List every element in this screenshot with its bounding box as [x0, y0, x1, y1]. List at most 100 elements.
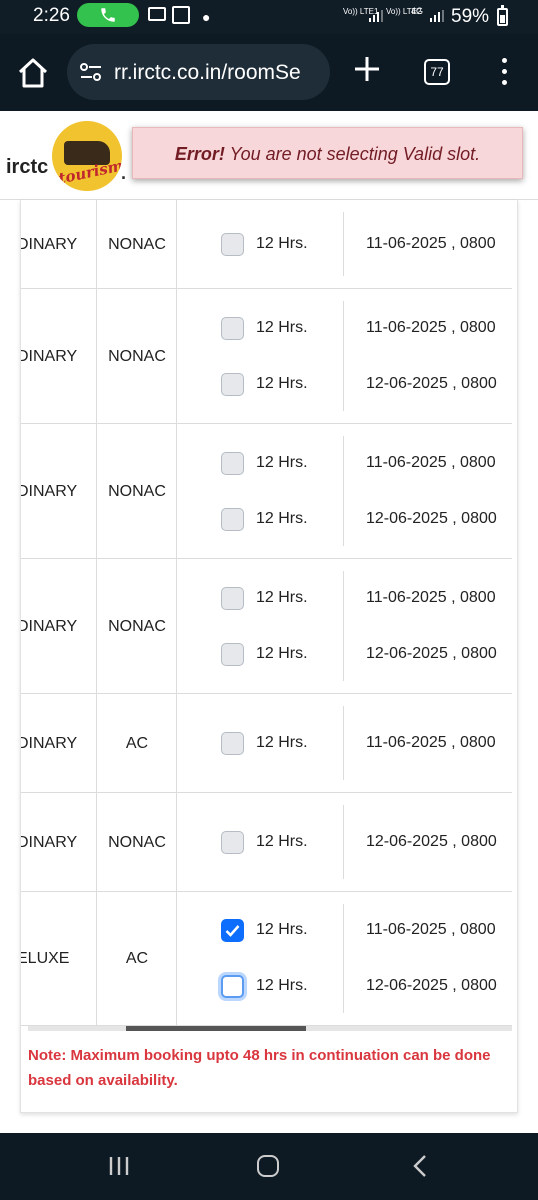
scrollbar-thumb[interactable]: [126, 1026, 306, 1031]
slot-datetime: 12-06-2025 , 0800: [366, 977, 497, 994]
slot-checkbox[interactable]: [221, 643, 244, 666]
slot-datetime: 11-06-2025 , 0800: [366, 235, 496, 252]
new-tab-icon[interactable]: [352, 54, 382, 84]
table-row: DINARY NONAC 12 Hrs. 11-06-2025 , 0800 12 Hr…: [21, 559, 512, 694]
slot-option[interactable]: 12 Hrs. 12-06-2025 , 0800: [221, 831, 517, 857]
slot-option[interactable]: 12 Hrs. 11-06-2025 , 0800: [221, 233, 517, 259]
web-page: irctc tourism . DINARY NONAC 12 Hrs. 11-06-…: [0, 111, 538, 1133]
slot-datetime: 11-06-2025 , 0800: [366, 921, 496, 938]
slot-datetime: 12-06-2025 , 0800: [366, 510, 497, 527]
home-icon[interactable]: [16, 56, 50, 90]
slot-duration: 12 Hrs.: [256, 589, 308, 606]
slot-datetime: 11-06-2025 , 0800: [366, 589, 496, 606]
slot-checkbox[interactable]: [221, 732, 244, 755]
slot-option[interactable]: 12 Hrs. 12-06-2025 , 0800: [221, 508, 517, 534]
room-type-cell: ELUXE: [20, 950, 70, 967]
room-type-cell: DINARY: [20, 834, 78, 851]
slot-duration: 12 Hrs.: [256, 375, 308, 392]
slot-checkbox[interactable]: [221, 233, 244, 256]
slot-datetime: 12-06-2025 , 0800: [366, 645, 497, 662]
ac-type-cell: NONAC: [108, 834, 166, 851]
table-row: DINARY NONAC 12 Hrs. 12-06-2025 , 0800: [21, 793, 512, 892]
slot-option[interactable]: 12 Hrs. 12-06-2025 , 0800: [221, 975, 517, 1001]
system-nav-bar: [0, 1133, 538, 1200]
error-title: Error!: [174, 144, 225, 164]
url-text: rr.irctc.co.in/roomSe: [114, 61, 301, 84]
slot-datetime: 11-06-2025 , 0800: [366, 454, 496, 471]
ac-type-cell: AC: [125, 735, 149, 752]
slot-checkbox[interactable]: [221, 452, 244, 475]
ac-type-cell: NONAC: [108, 618, 166, 635]
error-message: You are not selecting Valid slot.: [224, 144, 481, 164]
slot-datetime: 12-06-2025 , 0800: [366, 833, 497, 850]
slot-duration: 12 Hrs.: [256, 833, 308, 850]
brand-dot: .: [121, 163, 127, 183]
slot-checkbox[interactable]: [221, 975, 244, 998]
signal-1-icon: [369, 10, 383, 22]
more-menu-icon[interactable]: [500, 58, 508, 88]
room-type-cell: DINARY: [20, 483, 78, 500]
status-bar: 2:26 ● Vo)) LTE1 Vo)) LTE2 4G 59%: [0, 0, 538, 34]
horizontal-scrollbar[interactable]: [28, 1026, 512, 1031]
slot-option[interactable]: 12 Hrs. 11-06-2025 , 0800: [221, 452, 517, 478]
brand-name: irctc: [6, 156, 49, 178]
error-toast: Error! You are not selecting Valid slot.: [132, 127, 523, 179]
slot-duration: 12 Hrs.: [256, 734, 308, 751]
table-row: ELUXE AC 12 Hrs. 11-06-2025 , 0800 12 Hrs. 12…: [21, 892, 512, 1026]
ac-type-cell: NONAC: [108, 483, 166, 500]
address-bar[interactable]: rr.irctc.co.in/roomSe: [67, 44, 330, 100]
recent-apps-icon[interactable]: [108, 1155, 130, 1177]
battery-icon: [497, 5, 508, 26]
ac-type-cell: NONAC: [108, 348, 166, 365]
slot-option[interactable]: 12 Hrs. 12-06-2025 , 0800: [221, 643, 517, 669]
slot-option[interactable]: 12 Hrs. 12-06-2025 , 0800: [221, 373, 517, 399]
slot-duration: 12 Hrs.: [256, 510, 308, 527]
slot-checkbox[interactable]: [221, 831, 244, 854]
ac-type-cell: NONAC: [108, 236, 166, 253]
slot-option[interactable]: 12 Hrs. 11-06-2025 , 0800: [221, 587, 517, 613]
slot-duration: 12 Hrs.: [256, 645, 308, 662]
site-settings-icon[interactable]: [79, 62, 103, 82]
slot-checkbox[interactable]: [221, 317, 244, 340]
slot-option[interactable]: 12 Hrs. 11-06-2025 , 0800: [221, 919, 517, 945]
slot-duration: 12 Hrs.: [256, 319, 308, 336]
slot-checkbox[interactable]: [221, 508, 244, 531]
battery-percent: 59%: [451, 6, 490, 27]
browser-toolbar: rr.irctc.co.in/roomSe 77: [0, 34, 538, 111]
room-type-cell: DINARY: [20, 348, 78, 365]
room-type-cell: DINARY: [20, 735, 78, 752]
status-time: 2:26: [33, 5, 70, 26]
slot-duration: 12 Hrs.: [256, 921, 308, 938]
slot-checkbox[interactable]: [221, 919, 244, 942]
network-type: 4G: [411, 6, 424, 16]
room-type-cell: DINARY: [20, 618, 78, 635]
tab-switcher-button[interactable]: 77: [424, 59, 450, 85]
slot-option[interactable]: 12 Hrs. 11-06-2025 , 0800: [221, 732, 517, 758]
slot-duration: 12 Hrs.: [256, 454, 308, 471]
nav-home-icon[interactable]: [257, 1155, 279, 1177]
ongoing-call-chip[interactable]: [77, 3, 139, 27]
signal-2-icon: [430, 10, 444, 22]
back-icon[interactable]: [410, 1154, 430, 1178]
slot-datetime: 12-06-2025 , 0800: [366, 375, 497, 392]
slot-checkbox[interactable]: [221, 587, 244, 610]
slot-datetime: 11-06-2025 , 0800: [366, 734, 496, 751]
ac-type-cell: AC: [125, 950, 149, 967]
table-row: DINARY NONAC 12 Hrs. 11-06-2025 , 0800: [21, 200, 512, 289]
slot-checkbox[interactable]: [221, 373, 244, 396]
voicemail-icon: [148, 7, 166, 21]
phone-icon: [101, 8, 115, 22]
slot-duration: 12 Hrs.: [256, 235, 308, 252]
table-row: DINARY NONAC 12 Hrs. 11-06-2025 , 0800 12 Hr…: [21, 424, 512, 559]
table-row: DINARY AC 12 Hrs. 11-06-2025 , 0800: [21, 694, 512, 793]
gallery-icon: [172, 6, 190, 24]
slot-table-card: DINARY NONAC 12 Hrs. 11-06-2025 , 0800 DINAR…: [20, 200, 518, 1113]
slot-duration: 12 Hrs.: [256, 977, 308, 994]
room-type-cell: DINARY: [20, 236, 78, 253]
slot-option[interactable]: 12 Hrs. 11-06-2025 , 0800: [221, 317, 517, 343]
check-icon: [225, 925, 240, 937]
slot-datetime: 11-06-2025 , 0800: [366, 319, 496, 336]
irctc-tourism-logo[interactable]: tourism: [52, 121, 122, 191]
booking-note: Note: Maximum booking upto 48 hrs in con…: [28, 1047, 491, 1089]
notification-dot-icon: ●: [202, 9, 211, 25]
